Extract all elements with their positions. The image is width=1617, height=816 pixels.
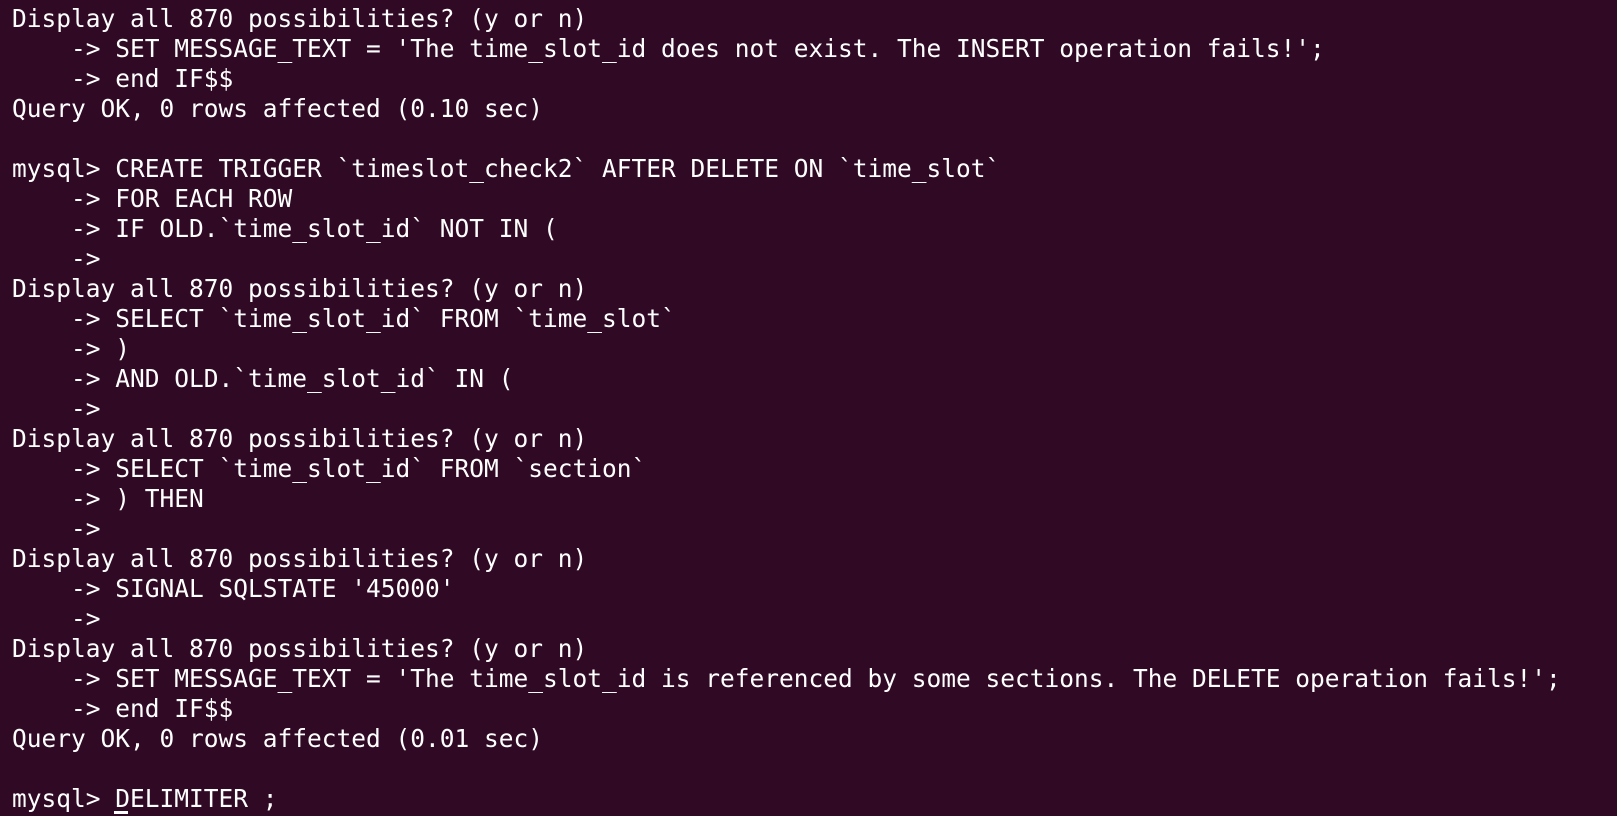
continuation-line: -> xyxy=(12,604,101,633)
output-line: Display all 870 possibilities? (y or n) xyxy=(12,4,588,33)
output-line: Display all 870 possibilities? (y or n) xyxy=(12,544,588,573)
continuation-line: -> ) xyxy=(12,334,131,363)
continuation-line: -> xyxy=(12,514,101,543)
continuation-line: -> SET MESSAGE_TEXT = 'The time_slot_id … xyxy=(12,664,1561,693)
continuation-line: -> end IF$$ xyxy=(12,64,234,93)
output-line: Display all 870 possibilities? (y or n) xyxy=(12,274,588,303)
continuation-line: -> IF OLD.`time_slot_id` NOT IN ( xyxy=(12,214,558,243)
query-result-line: Query OK, 0 rows affected (0.10 sec) xyxy=(12,94,544,123)
cursor xyxy=(114,811,129,814)
continuation-line: -> FOR EACH ROW xyxy=(12,184,293,213)
continuation-line: -> xyxy=(12,394,101,423)
continuation-line: -> SIGNAL SQLSTATE '45000' xyxy=(12,574,455,603)
prompt-line: mysql> CREATE TRIGGER `timeslot_check2` … xyxy=(12,154,1001,183)
continuation-line: -> SET MESSAGE_TEXT = 'The time_slot_id … xyxy=(12,34,1325,63)
continuation-line: -> end IF$$ xyxy=(12,694,234,723)
continuation-line: -> SELECT `time_slot_id` FROM `section` xyxy=(12,454,647,483)
query-result-line: Query OK, 0 rows affected (0.01 sec) xyxy=(12,724,544,753)
terminal-window[interactable]: Display all 870 possibilities? (y or n) … xyxy=(0,0,1617,816)
continuation-line: -> AND OLD.`time_slot_id` IN ( xyxy=(12,364,514,393)
continuation-line: -> SELECT `time_slot_id` FROM `time_slot… xyxy=(12,304,676,333)
continuation-line: -> xyxy=(12,244,101,273)
continuation-line: -> ) THEN xyxy=(12,484,204,513)
output-line: Display all 870 possibilities? (y or n) xyxy=(12,424,588,453)
output-line: Display all 870 possibilities? (y or n) xyxy=(12,634,588,663)
